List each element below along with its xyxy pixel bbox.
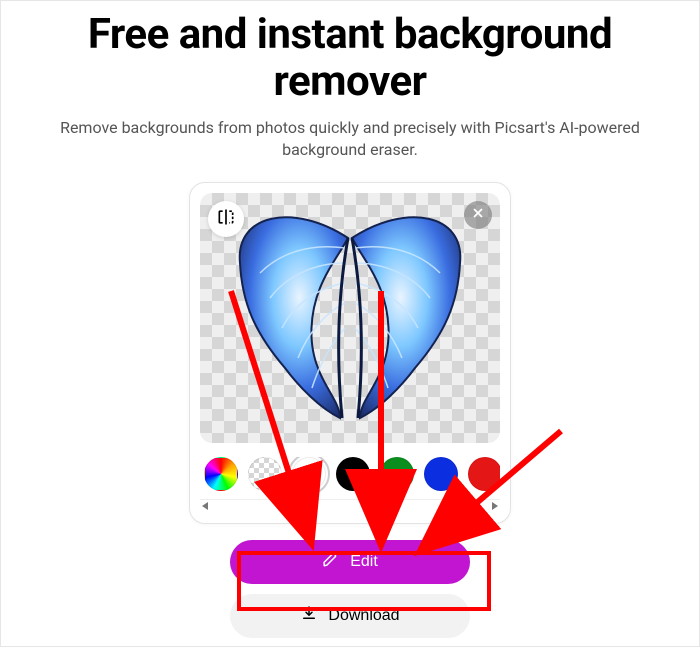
swatch-green[interactable]	[380, 457, 414, 491]
swatch-scrollbar[interactable]	[200, 499, 500, 513]
editor-card	[189, 182, 511, 524]
compare-split-icon	[216, 207, 236, 231]
swatch-transparent[interactable]	[248, 457, 282, 491]
edit-button[interactable]: Edit	[230, 540, 470, 584]
compare-split-button[interactable]	[208, 201, 244, 237]
pencil-icon	[322, 550, 340, 573]
page-title: Free and instant background remover	[21, 11, 679, 105]
download-button-label: Download	[328, 607, 399, 625]
download-button[interactable]: Download	[230, 594, 470, 638]
swatch-red[interactable]	[468, 457, 500, 491]
action-buttons: Edit Download	[230, 540, 470, 638]
preview-container	[200, 193, 500, 443]
close-icon	[471, 205, 485, 224]
download-icon	[300, 604, 318, 627]
preview-image	[200, 193, 500, 443]
edit-button-label: Edit	[350, 553, 378, 571]
page-subtitle: Remove backgrounds from photos quickly a…	[21, 117, 679, 162]
close-button[interactable]	[464, 201, 492, 229]
background-swatch-row	[200, 457, 500, 495]
wings-illustration	[200, 193, 500, 443]
swatch-rainbow[interactable]	[204, 457, 238, 491]
swatch-blue[interactable]	[424, 457, 458, 491]
swatch-white[interactable]	[292, 457, 326, 491]
swatch-black[interactable]	[336, 457, 370, 491]
